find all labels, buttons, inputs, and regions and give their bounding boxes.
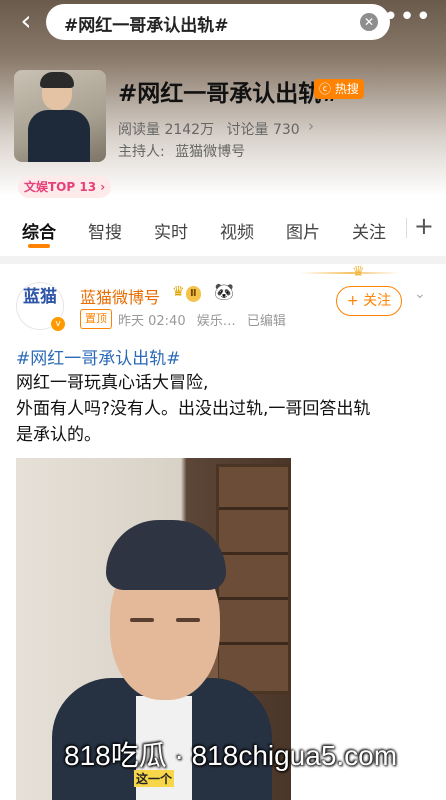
level-badge: Ⅱ [186, 286, 201, 302]
top-bar: ‹ #网红一哥承认出轨# ✕ ••• [0, 0, 446, 44]
topic-host: 主持人: 蓝猫微博号 [118, 141, 245, 161]
search-input[interactable]: #网红一哥承认出轨# ✕ [46, 4, 390, 40]
topic-stats: 阅读量 2142万 讨论量 730 [118, 119, 308, 139]
avatar-text: 蓝猫 [23, 287, 57, 307]
topic-title: #网红一哥承认出轨# [118, 81, 341, 107]
follow-button[interactable]: + 关注 [336, 286, 402, 316]
topic-thumbnail[interactable] [14, 70, 106, 162]
watermark: 818吃瓜 · 818chigua5.com [64, 740, 398, 771]
chevron-down-icon[interactable]: ⌄ [414, 286, 426, 302]
tab-comprehensive[interactable]: 综合 [22, 218, 56, 243]
clear-icon[interactable]: ✕ [360, 13, 378, 31]
author-name[interactable]: 蓝猫微博号 [80, 284, 160, 308]
tab-bar: 综合 智搜 实时 视频 图片 关注 [0, 208, 446, 248]
stats-chevron-icon[interactable]: › [308, 117, 314, 135]
decor-crown-icon: ♛ [352, 264, 365, 280]
tab-divider [406, 218, 407, 238]
hot-badge: ⓒ 热搜 [314, 79, 364, 99]
back-arrow-icon[interactable]: ‹ [12, 6, 40, 36]
shelf [216, 464, 291, 694]
edited-label: 已编辑 [246, 314, 286, 329]
post-body-line: 是承认的。 [16, 425, 101, 445]
post-meta: 昨天 02:40 娱乐… 已编辑 [118, 310, 293, 329]
more-icon[interactable]: ••• [383, 2, 432, 32]
crown-icon: ♛ [172, 284, 185, 300]
post-category: 娱乐… [196, 314, 236, 329]
post-hashtag[interactable]: #网红一哥承认出轨# [16, 344, 181, 369]
add-tab-icon[interactable]: + [414, 212, 434, 240]
verified-icon: v [50, 316, 66, 332]
section-divider [0, 256, 446, 264]
discussion-count: 讨论量 730 [226, 122, 300, 138]
search-query: #网红一哥承认出轨# [64, 16, 229, 36]
post-body: 网红一哥玩真心话大冒险, 外面有人吗?没有人。出没出过轨,一哥回答出轨 是承认的… [16, 370, 432, 448]
decor-line [300, 272, 400, 274]
tab-smart-search[interactable]: 智搜 [88, 218, 122, 243]
rank-tag[interactable]: 文娱TOP 13 › [18, 176, 112, 198]
host-label: 主持人: [118, 144, 165, 160]
post-body-line: 网红一哥玩真心话大冒险, [16, 373, 209, 393]
hot-badge-label: 热搜 [334, 82, 359, 96]
read-count: 阅读量 2142万 [118, 122, 215, 138]
tab-realtime[interactable]: 实时 [154, 218, 188, 243]
active-tab-indicator [28, 244, 50, 248]
pinned-tag: 置顶 [80, 309, 112, 329]
host-name[interactable]: 蓝猫微博号 [175, 144, 245, 160]
tab-following[interactable]: 关注 [352, 218, 386, 243]
tab-images[interactable]: 图片 [286, 218, 320, 243]
post-card: ♛ 蓝猫 v 蓝猫微博号 ♛ Ⅱ 🐼 置顶 昨天 02:40 娱乐… 已编辑 +… [0, 264, 446, 800]
post-time: 昨天 02:40 [118, 314, 186, 329]
panda-icon: 🐼 [214, 282, 234, 301]
post-body-line: 外面有人吗?没有人。出没出过轨,一哥回答出轨 [16, 399, 371, 419]
tab-video[interactable]: 视频 [220, 218, 254, 243]
